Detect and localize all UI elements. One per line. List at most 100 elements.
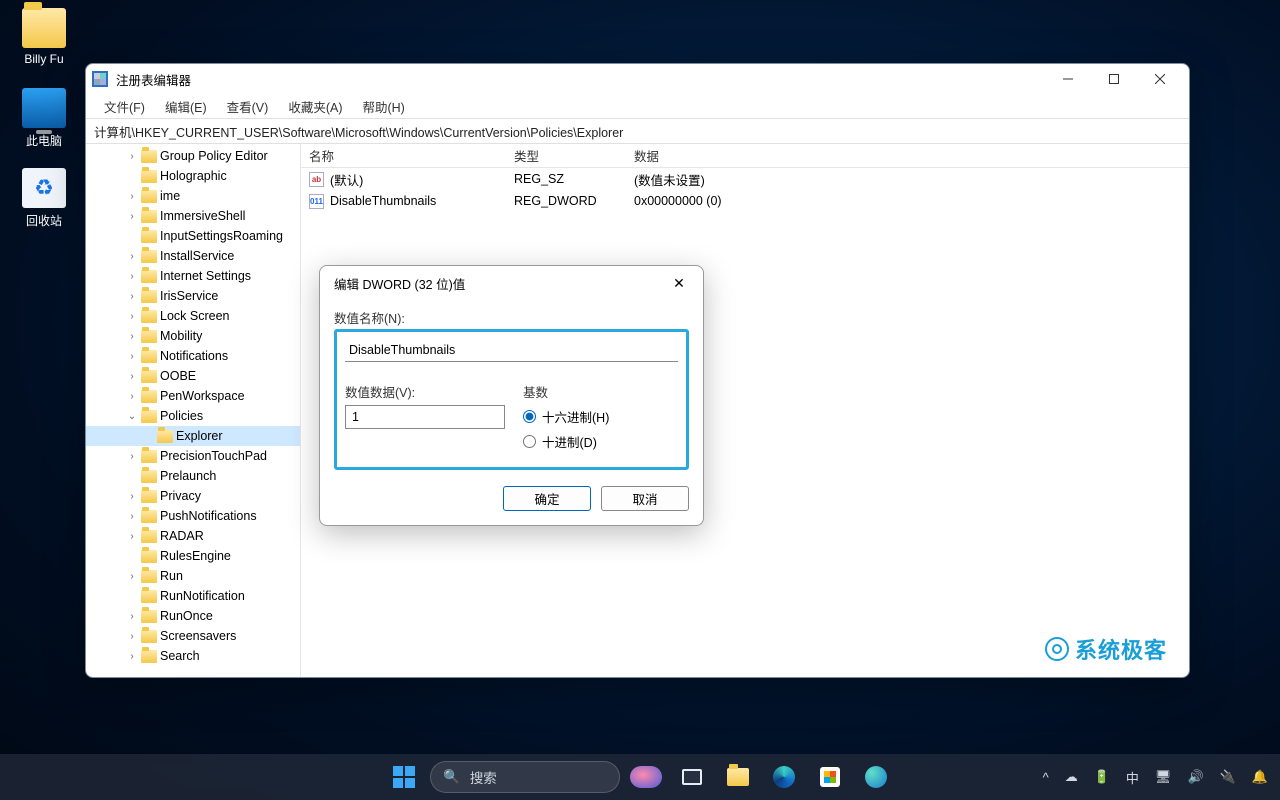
cancel-button[interactable]: 取消	[601, 486, 689, 511]
value-name-field[interactable]	[345, 338, 678, 362]
taskbar-edge[interactable]	[764, 757, 804, 797]
tree-item[interactable]: ⌄Policies	[86, 406, 300, 426]
col-name[interactable]: 名称	[301, 146, 506, 165]
taskbar-explorer[interactable]	[718, 757, 758, 797]
radio-hex[interactable]: 十六进制(H)	[523, 407, 678, 426]
taskbar[interactable]: 🔍 搜索 ^ ☁ 🔋 中 🖥 🔊 🔌 🔔	[0, 754, 1280, 800]
tree-item[interactable]: ›Run	[86, 566, 300, 586]
tree-item[interactable]: RunNotification	[86, 586, 300, 606]
tray-notifications-icon[interactable]: 🔔	[1252, 769, 1268, 785]
tray-network-icon[interactable]: 🖥	[1155, 769, 1172, 785]
value-data-field[interactable]	[345, 405, 505, 429]
expand-icon[interactable]: ›	[126, 571, 138, 582]
tree-item[interactable]: ›PenWorkspace	[86, 386, 300, 406]
tree-item[interactable]: ›Internet Settings	[86, 266, 300, 286]
start-button[interactable]	[384, 757, 424, 797]
expand-icon[interactable]: ›	[126, 631, 138, 642]
registry-tree[interactable]: ›Group Policy EditorHolographic›ime›Imme…	[86, 144, 301, 677]
dialog-close-button[interactable]: ✕	[669, 275, 689, 292]
expand-icon[interactable]: ›	[126, 311, 138, 322]
address-bar[interactable]: 计算机\HKEY_CURRENT_USER\Software\Microsoft…	[86, 118, 1189, 144]
tree-item[interactable]: ›PrecisionTouchPad	[86, 446, 300, 466]
radio-hex-input[interactable]	[523, 410, 536, 423]
expand-icon[interactable]: ›	[126, 351, 138, 362]
tree-item[interactable]: ›Notifications	[86, 346, 300, 366]
expand-icon[interactable]: ›	[126, 251, 138, 262]
expand-icon[interactable]: ›	[126, 491, 138, 502]
tree-item[interactable]: ›Mobility	[86, 326, 300, 346]
widgets-button[interactable]	[626, 757, 666, 797]
expand-icon[interactable]: ›	[126, 271, 138, 282]
menu-view[interactable]: 查看(V)	[217, 95, 279, 118]
tree-item[interactable]: Prelaunch	[86, 466, 300, 486]
window-maximize-button[interactable]	[1091, 64, 1137, 94]
expand-icon[interactable]: ›	[126, 151, 138, 162]
tree-item[interactable]: InputSettingsRoaming	[86, 226, 300, 246]
radio-dec-input[interactable]	[523, 435, 536, 448]
tree-item[interactable]: Explorer	[86, 426, 300, 446]
tree-item[interactable]: RulesEngine	[86, 546, 300, 566]
menu-edit[interactable]: 编辑(E)	[155, 95, 217, 118]
desktop-icon-user-folder[interactable]: Billy Fu	[8, 8, 80, 66]
window-titlebar[interactable]: 注册表编辑器	[86, 64, 1189, 94]
expand-icon[interactable]: ›	[126, 611, 138, 622]
tree-item[interactable]: ›InstallService	[86, 246, 300, 266]
tray-battery-icon[interactable]: 🔋	[1094, 769, 1110, 785]
taskbar-store[interactable]	[810, 757, 850, 797]
tray-onedrive-icon[interactable]: ☁	[1065, 769, 1078, 785]
tray-power-icon[interactable]: 🔌	[1220, 769, 1236, 785]
expand-icon[interactable]: ›	[126, 451, 138, 462]
list-header[interactable]: 名称 类型 数据	[301, 144, 1189, 168]
tray-volume-icon[interactable]: 🔊	[1187, 769, 1203, 785]
tree-item[interactable]: › ImmersiveShell	[86, 206, 300, 226]
tree-item[interactable]: ›Screensavers	[86, 626, 300, 646]
dialog-titlebar[interactable]: 编辑 DWORD (32 位)值 ✕	[320, 266, 703, 300]
tree-item[interactable]: ›Search	[86, 646, 300, 666]
taskbar-copilot[interactable]	[856, 757, 896, 797]
col-type[interactable]: 类型	[506, 146, 626, 165]
expand-icon[interactable]: ›	[126, 511, 138, 522]
folder-icon	[141, 150, 157, 163]
tree-item[interactable]: ›IrisService	[86, 286, 300, 306]
expand-icon[interactable]: ›	[126, 371, 138, 382]
base-label: 基数	[523, 382, 678, 401]
tray-overflow-icon[interactable]: ^	[1043, 770, 1049, 785]
taskbar-search[interactable]: 🔍 搜索	[430, 761, 620, 793]
menu-help[interactable]: 帮助(H)	[352, 95, 414, 118]
expand-icon[interactable]: ›	[126, 211, 138, 222]
expand-icon[interactable]: ⌄	[126, 411, 138, 422]
desktop-icon-this-pc[interactable]: 此电脑	[8, 88, 80, 149]
tray-ime-indicator[interactable]: 中	[1126, 768, 1139, 787]
tree-item[interactable]: ›Lock Screen	[86, 306, 300, 326]
radio-dec[interactable]: 十进制(D)	[523, 432, 678, 451]
task-view-button[interactable]	[672, 757, 712, 797]
tree-item[interactable]: ›PushNotifications	[86, 506, 300, 526]
folder-icon	[141, 370, 157, 383]
expand-icon[interactable]: ›	[126, 191, 138, 202]
window-minimize-button[interactable]	[1045, 64, 1091, 94]
tree-item[interactable]: ›OOBE	[86, 366, 300, 386]
tree-item[interactable]: ›Group Policy Editor	[86, 146, 300, 166]
value-row[interactable]: ab(默认)REG_SZ(数值未设置)	[301, 168, 1189, 190]
col-data[interactable]: 数据	[626, 146, 1189, 165]
ok-button[interactable]: 确定	[503, 486, 591, 511]
tree-item[interactable]: ›ime	[86, 186, 300, 206]
expand-icon[interactable]: ›	[126, 391, 138, 402]
expand-icon[interactable]: ›	[126, 651, 138, 662]
desktop-icon-recycle-bin[interactable]: 回收站	[8, 168, 80, 229]
expand-icon[interactable]: ›	[126, 531, 138, 542]
tree-item[interactable]: ›RADAR	[86, 526, 300, 546]
tree-item-label: ImmersiveShell	[160, 209, 245, 223]
menu-favorites[interactable]: 收藏夹(A)	[278, 95, 352, 118]
window-close-button[interactable]	[1137, 64, 1183, 94]
window-title: 注册表编辑器	[116, 70, 191, 89]
menu-file[interactable]: 文件(F)	[94, 95, 155, 118]
tree-item[interactable]: ›Privacy	[86, 486, 300, 506]
tree-item[interactable]: ›RunOnce	[86, 606, 300, 626]
tree-item[interactable]: Holographic	[86, 166, 300, 186]
expand-icon[interactable]: ›	[126, 291, 138, 302]
watermark-text: 系统极客	[1075, 633, 1167, 665]
system-tray[interactable]: ^ ☁ 🔋 中 🖥 🔊 🔌 🔔	[1043, 768, 1268, 787]
expand-icon[interactable]: ›	[126, 331, 138, 342]
value-row[interactable]: 011DisableThumbnailsREG_DWORD0x00000000 …	[301, 190, 1189, 212]
